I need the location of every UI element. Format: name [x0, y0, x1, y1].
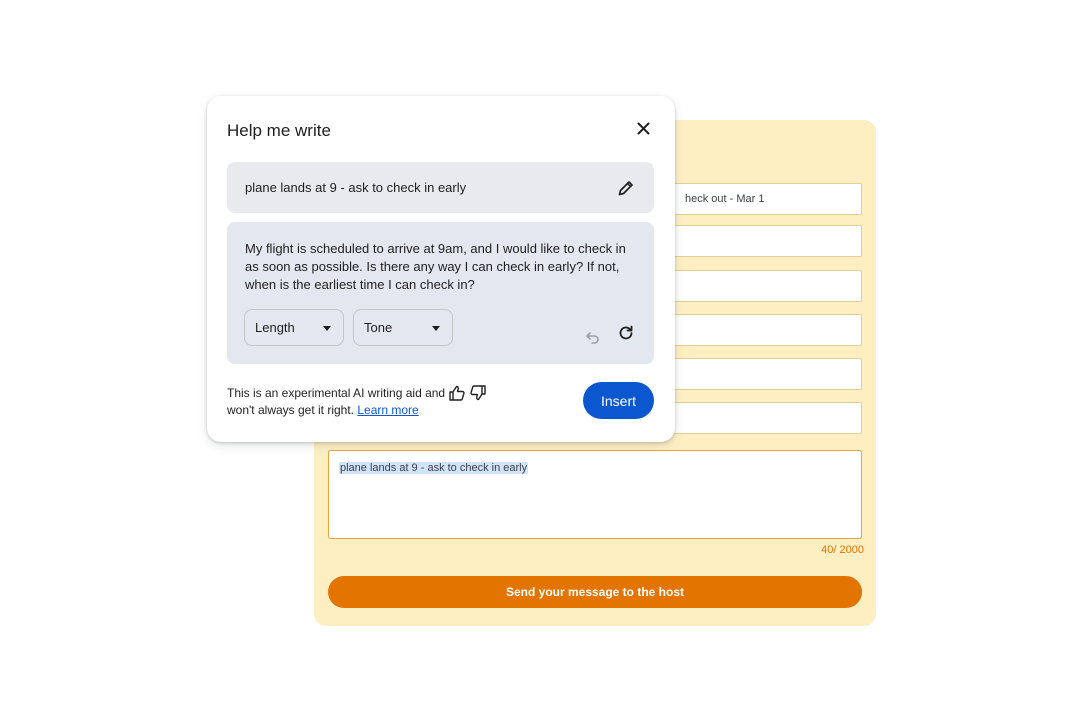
prompt-box: plane lands at 9 - ask to check in early	[227, 162, 654, 213]
edit-prompt-button[interactable]	[616, 178, 636, 198]
regenerate-button[interactable]	[617, 324, 635, 342]
undo-icon	[586, 332, 599, 344]
pencil-icon	[618, 181, 633, 196]
character-count: 40/ 2000	[821, 544, 864, 556]
message-textarea[interactable]: plane lands at 9 - ask to check in early	[328, 450, 862, 539]
undo-button[interactable]	[584, 328, 602, 346]
thumbs-down-button[interactable]	[469, 384, 487, 402]
check-out-value: heck out - Mar 1	[685, 193, 765, 205]
prompt-text: plane lands at 9 - ask to check in early	[245, 180, 467, 195]
message-text: plane lands at 9 - ask to check in early	[339, 462, 529, 474]
suggestion-text: My flight is scheduled to arrive at 9am,…	[245, 241, 626, 292]
disclaimer: This is an experimental AI writing aid a…	[227, 385, 447, 419]
suggestion-box: My flight is scheduled to arrive at 9am,…	[227, 222, 654, 364]
length-dropdown[interactable]: Length	[244, 309, 344, 346]
thumbs-up-icon	[449, 385, 465, 401]
insert-button[interactable]: Insert	[583, 382, 654, 419]
thumbs-down-icon	[470, 385, 486, 401]
tone-label: Tone	[364, 320, 393, 335]
close-button[interactable]	[633, 118, 653, 138]
tone-dropdown[interactable]: Tone	[353, 309, 453, 346]
thumbs-up-button[interactable]	[448, 384, 466, 402]
help-me-write-dialog: Help me write plane lands at 9 - ask to …	[207, 96, 675, 442]
close-icon	[637, 122, 649, 134]
chevron-down-icon	[323, 326, 331, 331]
length-label: Length	[255, 320, 295, 335]
learn-more-link[interactable]: Learn more	[357, 403, 418, 417]
dialog-title: Help me write	[227, 121, 331, 140]
send-message-button[interactable]: Send your message to the host	[328, 576, 862, 608]
chevron-down-icon	[432, 326, 440, 331]
refresh-icon	[619, 325, 633, 340]
